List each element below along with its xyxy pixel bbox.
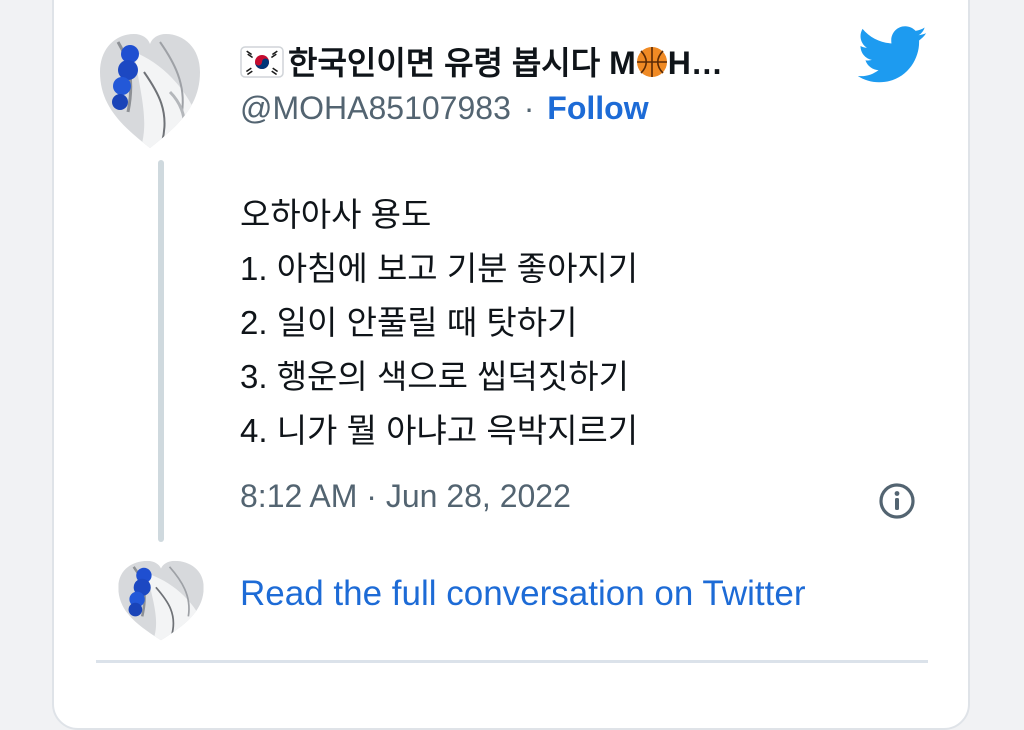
- south-korea-flag-icon: [240, 46, 284, 78]
- author-name-text: 한국인이면 유령 봅시다 M: [288, 45, 636, 81]
- tweet-timestamp[interactable]: 8:12 AM · Jun 28, 2022: [240, 478, 571, 515]
- author-avatar[interactable]: [100, 32, 200, 150]
- author-name-tail: H…: [667, 45, 723, 81]
- tweet-text-line: 1. 아침에 보고 기분 좋아지기: [240, 250, 639, 287]
- author-handle-row: @MOHA85107983 · Follow: [240, 90, 649, 127]
- divider: [96, 660, 928, 663]
- tweet-text: 오하아사 용도 1. 아침에 보고 기분 좋아지기 2. 일이 안풀릴 때 탓하…: [240, 188, 638, 458]
- handle-separator: ·: [523, 90, 535, 126]
- tweet-text-line: 3. 행운의 색으로 씹덕짓하기: [240, 358, 629, 395]
- tweet-text-line: 2. 일이 안풀릴 때 탓하기: [240, 304, 578, 341]
- read-full-conversation-link[interactable]: Read the full conversation on Twitter: [240, 574, 806, 614]
- thread-line: [158, 160, 164, 542]
- reply-avatar: [118, 560, 204, 641]
- tweet-text-line: 4. 니가 뭘 아냐고 윽박지르기: [240, 412, 639, 449]
- basketball-icon: [636, 47, 667, 77]
- follow-button[interactable]: Follow: [547, 90, 648, 126]
- twitter-bird-icon[interactable]: [858, 26, 928, 84]
- info-circle-icon[interactable]: [878, 482, 916, 520]
- author-handle[interactable]: @MOHA85107983: [240, 90, 511, 126]
- tweet-text-line: 오하아사 용도: [240, 196, 432, 233]
- author-name[interactable]: 한국인이면 유령 봅시다 M H…: [240, 38, 723, 84]
